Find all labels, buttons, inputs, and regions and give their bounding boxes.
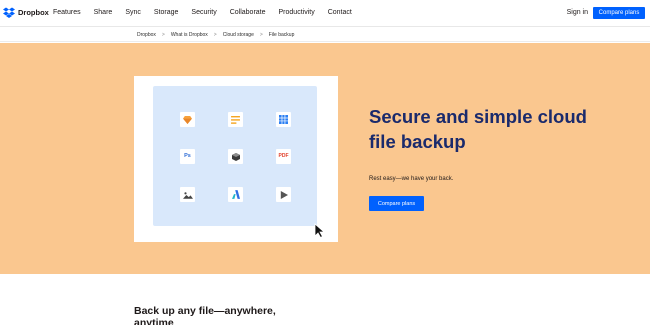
dropbox-logo-icon xyxy=(3,7,15,18)
compare-plans-button-nav[interactable]: Compare plans xyxy=(593,7,645,19)
pdf-icon: PDF xyxy=(276,149,291,164)
mouse-pointer-icon xyxy=(314,223,325,238)
nav-share[interactable]: Share xyxy=(94,9,113,16)
nav-sync[interactable]: Sync xyxy=(125,9,141,16)
photoshop-label: Ps xyxy=(184,152,191,159)
brand-name: Dropbox xyxy=(18,8,49,17)
sketch-icon xyxy=(180,112,195,127)
breadcrumb: Dropbox > What is Dropbox > Cloud storag… xyxy=(137,32,294,38)
compare-plans-button-hero[interactable]: Compare plans xyxy=(369,196,424,211)
spreadsheet-icon xyxy=(276,112,291,127)
nav-collaborate[interactable]: Collaborate xyxy=(230,9,266,16)
top-navigation: Dropbox Features Share Sync Storage Secu… xyxy=(0,0,650,27)
3d-object-icon xyxy=(228,149,243,164)
nav-productivity[interactable]: Productivity xyxy=(279,9,315,16)
hero-illustration: Ps PDF xyxy=(134,76,338,242)
pdf-label: PDF xyxy=(278,153,289,159)
breadcrumb-dropbox[interactable]: Dropbox xyxy=(137,32,156,38)
sign-in-link[interactable]: Sign in xyxy=(567,9,588,16)
hero-subtext: Rest easy—we have your back. xyxy=(369,176,454,182)
section-heading: Back up any file—anywhere, anytime xyxy=(134,305,276,325)
dropbox-logo[interactable]: Dropbox xyxy=(3,7,49,18)
nav-links: Features Share Sync Storage Security Col… xyxy=(53,9,352,16)
video-play-icon xyxy=(276,187,291,202)
document-icon xyxy=(228,112,243,127)
image-icon xyxy=(180,187,195,202)
breadcrumb-file-backup[interactable]: File backup xyxy=(269,32,295,38)
hero-section: Ps PDF Secure and simple cloud file back… xyxy=(0,43,650,274)
nav-storage[interactable]: Storage xyxy=(154,9,179,16)
nav-security[interactable]: Security xyxy=(191,9,216,16)
nav-features[interactable]: Features xyxy=(53,9,81,16)
chevron-right-icon: > xyxy=(213,32,217,38)
breadcrumb-bar: Dropbox > What is Dropbox > Cloud storag… xyxy=(0,28,650,42)
breadcrumb-what-is-dropbox[interactable]: What is Dropbox xyxy=(171,32,208,38)
breadcrumb-cloud-storage[interactable]: Cloud storage xyxy=(223,32,254,38)
photoshop-icon: Ps xyxy=(180,149,195,164)
file-grid-panel: Ps PDF xyxy=(153,86,317,226)
chevron-right-icon: > xyxy=(161,32,165,38)
vector-icon xyxy=(228,187,243,202)
chevron-right-icon: > xyxy=(259,32,263,38)
hero-headline: Secure and simple cloud file backup xyxy=(369,106,587,152)
nav-contact[interactable]: Contact xyxy=(328,9,352,16)
